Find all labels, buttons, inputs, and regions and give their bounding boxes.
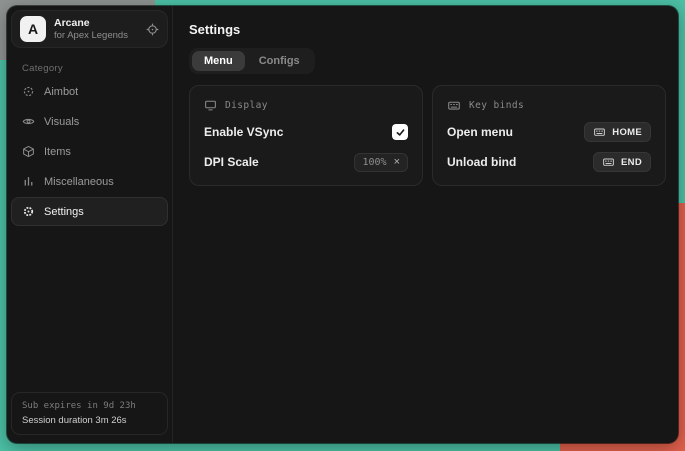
session-info: Sub expires in 9d 23h Session duration 3…	[11, 392, 168, 435]
sidebar-item-label: Miscellaneous	[44, 176, 114, 188]
tab-configs[interactable]: Configs	[247, 51, 312, 71]
tab-menu[interactable]: Menu	[192, 51, 245, 71]
crosshair-icon	[22, 85, 35, 98]
display-card-title: Display	[225, 100, 268, 111]
app-window: A Arcane for Apex Legends Category	[7, 6, 678, 443]
screen-background: A Arcane for Apex Legends Category	[0, 0, 685, 451]
app-logo: A	[20, 16, 46, 42]
brand-subtitle: for Apex Legends	[54, 30, 128, 42]
keybinds-card-title: Key binds	[469, 100, 524, 111]
keyboard-icon	[602, 156, 615, 168]
unload-bind-key: END	[621, 157, 642, 168]
target-icon[interactable]	[146, 23, 159, 36]
session-duration-text: Session duration 3m 26s	[22, 415, 157, 426]
page-title: Settings	[189, 22, 667, 37]
open-menu-row: Open menu HOME	[447, 122, 651, 142]
sidebar-item-label: Aimbot	[44, 86, 78, 98]
sidebar-item-visuals[interactable]: Visuals	[11, 107, 168, 136]
tab-group: Menu Configs	[189, 48, 315, 74]
sidebar-item-miscellaneous[interactable]: Miscellaneous	[11, 167, 168, 196]
dpi-scale-label: DPI Scale	[204, 155, 259, 169]
bars-icon	[22, 175, 35, 188]
monitor-icon	[204, 99, 217, 112]
sidebar-item-aimbot[interactable]: Aimbot	[11, 77, 168, 106]
brand-card: A Arcane for Apex Legends	[11, 10, 168, 48]
dpi-scale-row: DPI Scale 100% ×	[204, 152, 408, 172]
sidebar-item-label: Settings	[44, 206, 84, 218]
dpi-scale-value: 100%	[362, 157, 386, 168]
sidebar-item-items[interactable]: Items	[11, 137, 168, 166]
unload-bind-label: Unload bind	[447, 155, 516, 169]
sidebar-item-settings[interactable]: Settings	[11, 197, 168, 226]
open-menu-key: HOME	[612, 127, 642, 138]
keybinds-card: Key binds Open menu HOME	[432, 85, 666, 186]
clear-icon[interactable]: ×	[394, 157, 400, 168]
sidebar-nav: Aimbot Visuals	[7, 77, 172, 226]
keyboard-icon	[593, 126, 606, 138]
brand-title: Arcane	[54, 17, 128, 30]
settings-cards: Display Enable VSync	[189, 85, 667, 186]
display-card: Display Enable VSync	[189, 85, 423, 186]
sidebar-item-label: Items	[44, 146, 71, 158]
vsync-checkbox[interactable]	[392, 124, 408, 140]
keyboard-icon	[447, 99, 461, 112]
sidebar: A Arcane for Apex Legends Category	[7, 6, 173, 443]
gear-icon	[22, 205, 35, 218]
category-label: Category	[22, 63, 172, 74]
main-content: Settings Menu Configs Display	[173, 6, 678, 443]
eye-icon	[22, 115, 35, 128]
brand-text: Arcane for Apex Legends	[54, 17, 128, 42]
vsync-row: Enable VSync	[204, 122, 408, 142]
sub-expiry-text: Sub expires in 9d 23h	[22, 401, 157, 411]
unload-bind-keybind-button[interactable]: END	[593, 152, 651, 172]
display-card-header: Display	[204, 99, 408, 112]
sidebar-item-label: Visuals	[44, 116, 79, 128]
open-menu-keybind-button[interactable]: HOME	[584, 122, 651, 142]
cube-icon	[22, 145, 35, 158]
unload-bind-row: Unload bind END	[447, 152, 651, 172]
check-icon	[395, 127, 406, 138]
keybinds-card-header: Key binds	[447, 99, 651, 112]
open-menu-label: Open menu	[447, 125, 513, 139]
vsync-label: Enable VSync	[204, 125, 283, 139]
dpi-scale-input[interactable]: 100% ×	[354, 153, 408, 172]
